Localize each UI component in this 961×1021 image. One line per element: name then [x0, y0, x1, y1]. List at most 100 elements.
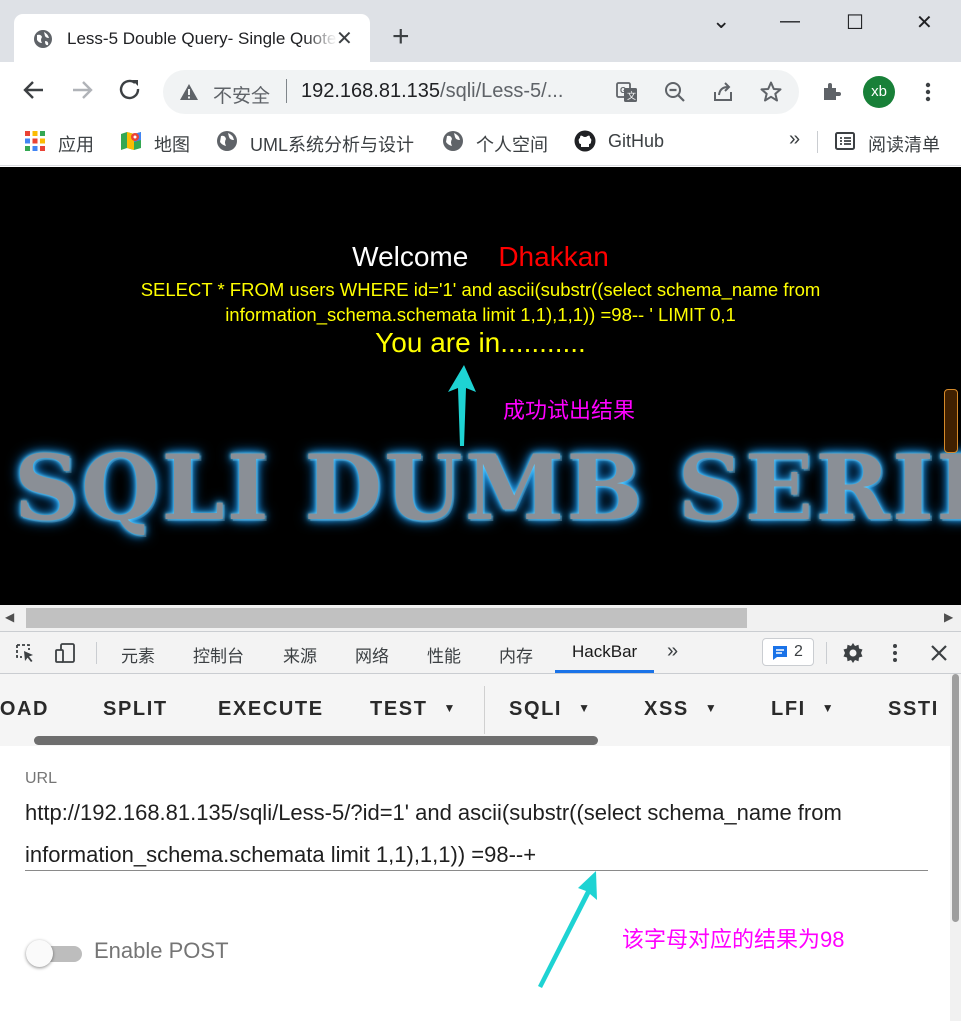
caret-down-icon: ▼	[578, 701, 592, 715]
url-field-underline	[25, 870, 928, 871]
reading-list-label: 阅读清单	[868, 135, 940, 155]
caret-down-icon: ▼	[704, 701, 719, 715]
extensions-puzzle-icon[interactable]	[820, 80, 844, 104]
device-toolbar-icon[interactable]	[54, 642, 76, 664]
sqli-dumb-series-banner: SQLI DUMB SERIES	[14, 435, 961, 541]
tab-hackbar[interactable]: HackBar	[572, 642, 637, 662]
apps-grid-icon	[25, 131, 45, 151]
tab-elements[interactable]: 元素	[121, 642, 155, 667]
translate-icon[interactable]: G 文	[615, 80, 639, 104]
reading-list-icon	[835, 132, 855, 150]
devtools-menu-icon[interactable]	[884, 642, 906, 664]
window-close-button[interactable]: ✕	[916, 10, 933, 35]
scroll-left-arrow-icon[interactable]: ◀	[5, 610, 14, 624]
url-text[interactable]: 192.168.81.135/sqli/Less-5/...	[301, 80, 563, 103]
globe-icon	[217, 131, 237, 151]
bookmark-label: GitHub	[608, 131, 665, 151]
profile-avatar[interactable]: xb	[863, 76, 895, 108]
bookmark-label: 应用	[58, 135, 94, 155]
sqli-dropdown[interactable]: SQLI ▼	[509, 698, 592, 721]
test-dropdown[interactable]: TEST ▼	[370, 698, 457, 721]
url-path: /sqli/Less-5/...	[440, 80, 564, 102]
query-result-text: You are in...........	[375, 327, 586, 358]
back-arrow-icon[interactable]	[20, 76, 48, 104]
reload-icon[interactable]	[116, 76, 144, 104]
more-tabs-button[interactable]: »	[667, 640, 678, 663]
ssti-dropdown[interactable]: SSTI	[888, 698, 939, 721]
user-name: Dhakkan	[498, 241, 609, 272]
globe-icon	[34, 30, 52, 48]
warning-icon[interactable]	[179, 82, 199, 102]
execute-button[interactable]: EXECUTE	[218, 698, 324, 721]
active-tab-indicator	[555, 670, 654, 673]
browser-tab[interactable]: Less-5 Double Query- Single Quotes- Stri…	[14, 14, 370, 62]
github-icon	[574, 130, 596, 152]
message-icon	[773, 646, 787, 660]
lfi-dropdown[interactable]: LFI ▼	[771, 698, 835, 721]
address-bar[interactable]: 不安全 192.168.81.135/sqli/Less-5/... G 文	[163, 70, 799, 114]
forward-arrow-icon[interactable]	[68, 76, 96, 104]
svg-text:G: G	[620, 86, 626, 95]
bookmark-label: 个人空间	[476, 135, 548, 155]
settings-gear-icon[interactable]	[842, 642, 864, 664]
horizontal-scroll-thumb[interactable]	[26, 608, 747, 628]
devtools-vertical-scrollbar[interactable]	[950, 674, 961, 1021]
hackbar-panel: URL http://192.168.81.135/sqli/Less-5/?i…	[0, 746, 950, 1021]
caret-down-icon: ▼	[443, 701, 457, 715]
zoom-out-icon[interactable]	[663, 80, 687, 104]
annotation-result: 该字母对应的结果为98	[622, 927, 845, 952]
tab-search-button[interactable]: ⌄	[712, 8, 730, 34]
bookmarks-overflow-button[interactable]: »	[789, 128, 800, 152]
url-host: 192.168.81.135	[301, 80, 441, 102]
url-textarea[interactable]: http://192.168.81.135/sqli/Less-5/?id=1'…	[25, 792, 905, 876]
tab-console[interactable]: 控制台	[193, 642, 244, 667]
scroll-right-arrow-icon[interactable]: ▶	[944, 610, 953, 624]
annotation-success: 成功试出结果	[503, 398, 636, 423]
minimize-button[interactable]: —	[780, 10, 800, 33]
new-tab-button[interactable]: +	[392, 22, 410, 52]
tab-performance[interactable]: 性能	[427, 642, 461, 667]
split-button[interactable]: SPLIT	[103, 698, 168, 721]
enable-post-label: Enable POST	[94, 938, 229, 963]
enable-post-toggle[interactable]	[26, 940, 82, 968]
tab-title: Less-5 Double Query- Single Quotes- Stri…	[67, 29, 337, 48]
tab-network[interactable]: 网络	[355, 642, 389, 667]
devtools-scroll-thumb[interactable]	[952, 674, 959, 922]
messages-badge[interactable]: 2	[762, 638, 814, 666]
url-field-label: URL	[25, 770, 58, 787]
load-button[interactable]: LOAD	[0, 698, 49, 721]
bookmarks-divider	[817, 131, 818, 153]
page-viewport: Welcome Dhakkan SELECT * FROM users WHERE…	[0, 167, 961, 605]
welcome-text: Welcome	[352, 241, 469, 272]
caret-down-icon: ▼	[821, 701, 836, 715]
address-divider	[286, 79, 287, 103]
page-horizontal-scrollbar[interactable]: ◀ ▶	[0, 605, 961, 631]
test-label: TEST	[370, 698, 428, 720]
globe-icon	[443, 131, 463, 151]
devtools-divider	[96, 642, 97, 664]
hackbar-toolbar: LOAD SPLIT EXECUTE TEST ▼ SQLI ▼ XSS ▼ LFI ▼…	[0, 674, 961, 746]
devtools-divider	[826, 642, 827, 664]
xss-dropdown[interactable]: XSS ▼	[644, 698, 718, 721]
bookmark-label: UML系统分析与设计	[250, 135, 415, 155]
maps-icon	[121, 132, 141, 150]
bookmark-star-icon[interactable]	[759, 80, 783, 104]
tab-strip: Less-5 Double Query- Single Quotes- Stri…	[0, 0, 961, 62]
menu-kebab-icon[interactable]	[916, 80, 940, 104]
bookmarks-bar: 应用 地图 UML系统分析与设计 个人空间 GitHub » 阅读清单	[0, 120, 961, 166]
xss-label: XSS	[644, 698, 689, 720]
inspect-element-icon[interactable]	[14, 642, 36, 664]
tab-memory[interactable]: 内存	[499, 642, 533, 667]
security-status[interactable]: 不安全	[213, 81, 270, 108]
sqli-label: SQLI	[509, 698, 563, 720]
hackbar-toolbar-scrollbar[interactable]	[34, 736, 598, 745]
messages-count: 2	[794, 643, 803, 660]
maximize-button[interactable]: ☐	[846, 10, 864, 35]
browser-toolbar: 不安全 192.168.81.135/sqli/Less-5/... G 文 x…	[0, 62, 961, 120]
share-icon[interactable]	[711, 80, 735, 104]
tab-sources[interactable]: 来源	[283, 642, 317, 667]
welcome-line: Welcome Dhakkan	[0, 241, 961, 273]
page-scroll-handle[interactable]	[944, 389, 958, 453]
tab-close-button[interactable]: ✕	[336, 26, 353, 51]
devtools-close-icon[interactable]	[928, 642, 950, 664]
